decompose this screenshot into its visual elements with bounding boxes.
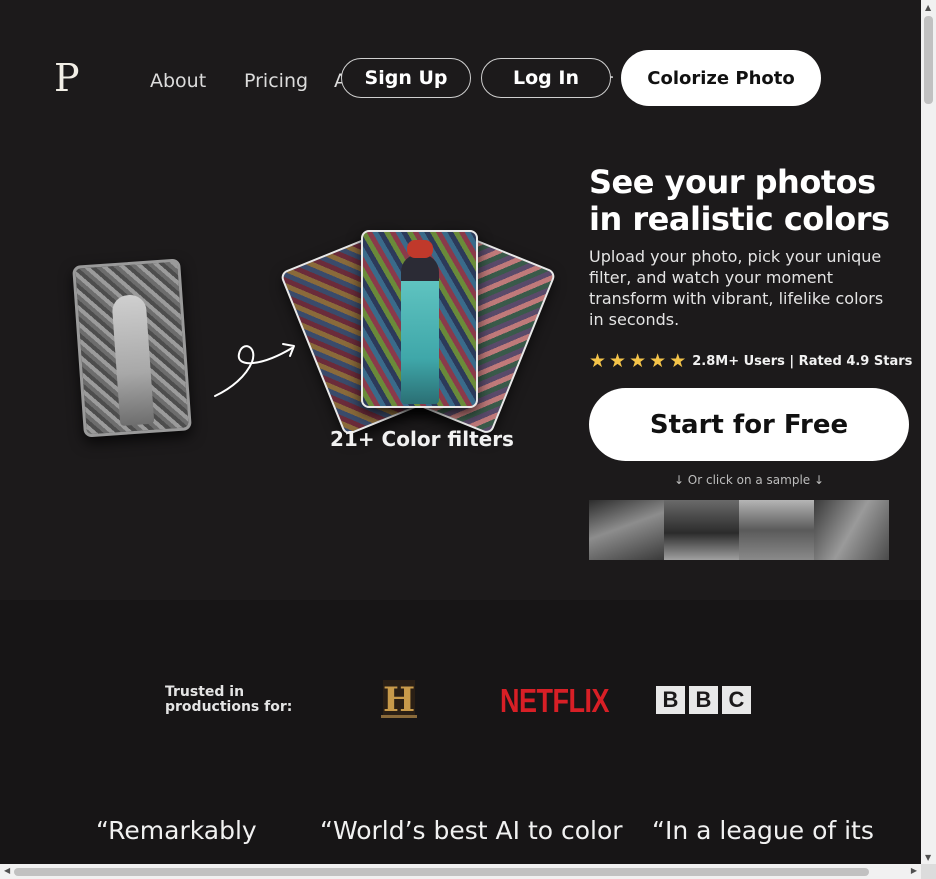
- hero-description: Upload your photo, pick your unique filt…: [589, 247, 884, 329]
- colorize-photo-button[interactable]: Colorize Photo: [621, 50, 821, 106]
- horizontal-scroll-thumb[interactable]: [14, 868, 869, 876]
- sample-photo-3[interactable]: [739, 500, 814, 560]
- vertical-scroll-thumb[interactable]: [924, 16, 933, 104]
- scrollbar-corner: [921, 864, 936, 879]
- star-icon: ★: [609, 350, 627, 372]
- testimonial-quote-3: “In a league of its: [652, 816, 874, 845]
- svg-text:H: H: [383, 680, 415, 720]
- star-icon: ★: [589, 350, 607, 372]
- headdress: [407, 240, 433, 258]
- vertical-scrollbar[interactable]: ▲ ▼: [921, 0, 936, 864]
- hero-section: P About Pricing A r Sign Up Log In Color…: [0, 0, 921, 600]
- page: P About Pricing A r Sign Up Log In Color…: [0, 0, 921, 864]
- rating-row: ★ ★ ★ ★ ★ 2.8M+ Users | Rated 4.9 Stars: [589, 350, 912, 372]
- color-filter-card-center: [361, 230, 478, 408]
- black-white-photo-card: [72, 258, 192, 438]
- sample-thumbnails: [589, 500, 889, 560]
- bbc-letter: B: [656, 686, 685, 714]
- star-icon: ★: [629, 350, 647, 372]
- start-for-free-button[interactable]: Start for Free: [589, 388, 909, 461]
- hero-title: See your photos in realistic colors: [589, 163, 890, 238]
- bbc-logo: B B C: [656, 686, 755, 714]
- testimonial-quote-1: “Remarkably: [96, 816, 257, 845]
- logo[interactable]: P: [54, 58, 80, 98]
- scroll-down-arrow-icon[interactable]: ▼: [925, 853, 931, 862]
- trusted-label: Trusted in productions for:: [165, 684, 293, 715]
- rating-text: 2.8M+ Users | Rated 4.9 Stars: [692, 353, 913, 369]
- sample-photo-2[interactable]: [664, 500, 739, 560]
- history-logo: H: [381, 680, 417, 720]
- nav-pricing-link[interactable]: Pricing: [244, 70, 308, 92]
- netflix-logo: NETFLIX: [500, 682, 610, 720]
- figure-silhouette: [401, 254, 439, 404]
- sample-photo-4[interactable]: [814, 500, 889, 560]
- bbc-letter: B: [689, 686, 718, 714]
- figure-silhouette: [111, 293, 155, 426]
- scroll-up-arrow-icon[interactable]: ▲: [925, 3, 931, 12]
- sample-hint: ↓ Or click on a sample ↓: [673, 473, 825, 487]
- star-icon: ★: [649, 350, 667, 372]
- sign-up-button[interactable]: Sign Up: [341, 58, 471, 98]
- bbc-letter: C: [722, 686, 751, 714]
- nav-about-link[interactable]: About: [150, 70, 206, 92]
- horizontal-scrollbar[interactable]: ◀ ▶: [0, 864, 921, 879]
- testimonial-quote-2: “World’s best AI to color: [320, 816, 623, 845]
- scroll-right-arrow-icon[interactable]: ▶: [911, 866, 917, 875]
- star-icon: ★: [669, 350, 687, 372]
- scroll-left-arrow-icon[interactable]: ◀: [4, 866, 10, 875]
- sample-photo-1[interactable]: [589, 500, 664, 560]
- curved-arrow-icon: [214, 343, 295, 397]
- log-in-button[interactable]: Log In: [481, 58, 611, 98]
- filters-count-label: 21+ Color filters: [330, 427, 514, 451]
